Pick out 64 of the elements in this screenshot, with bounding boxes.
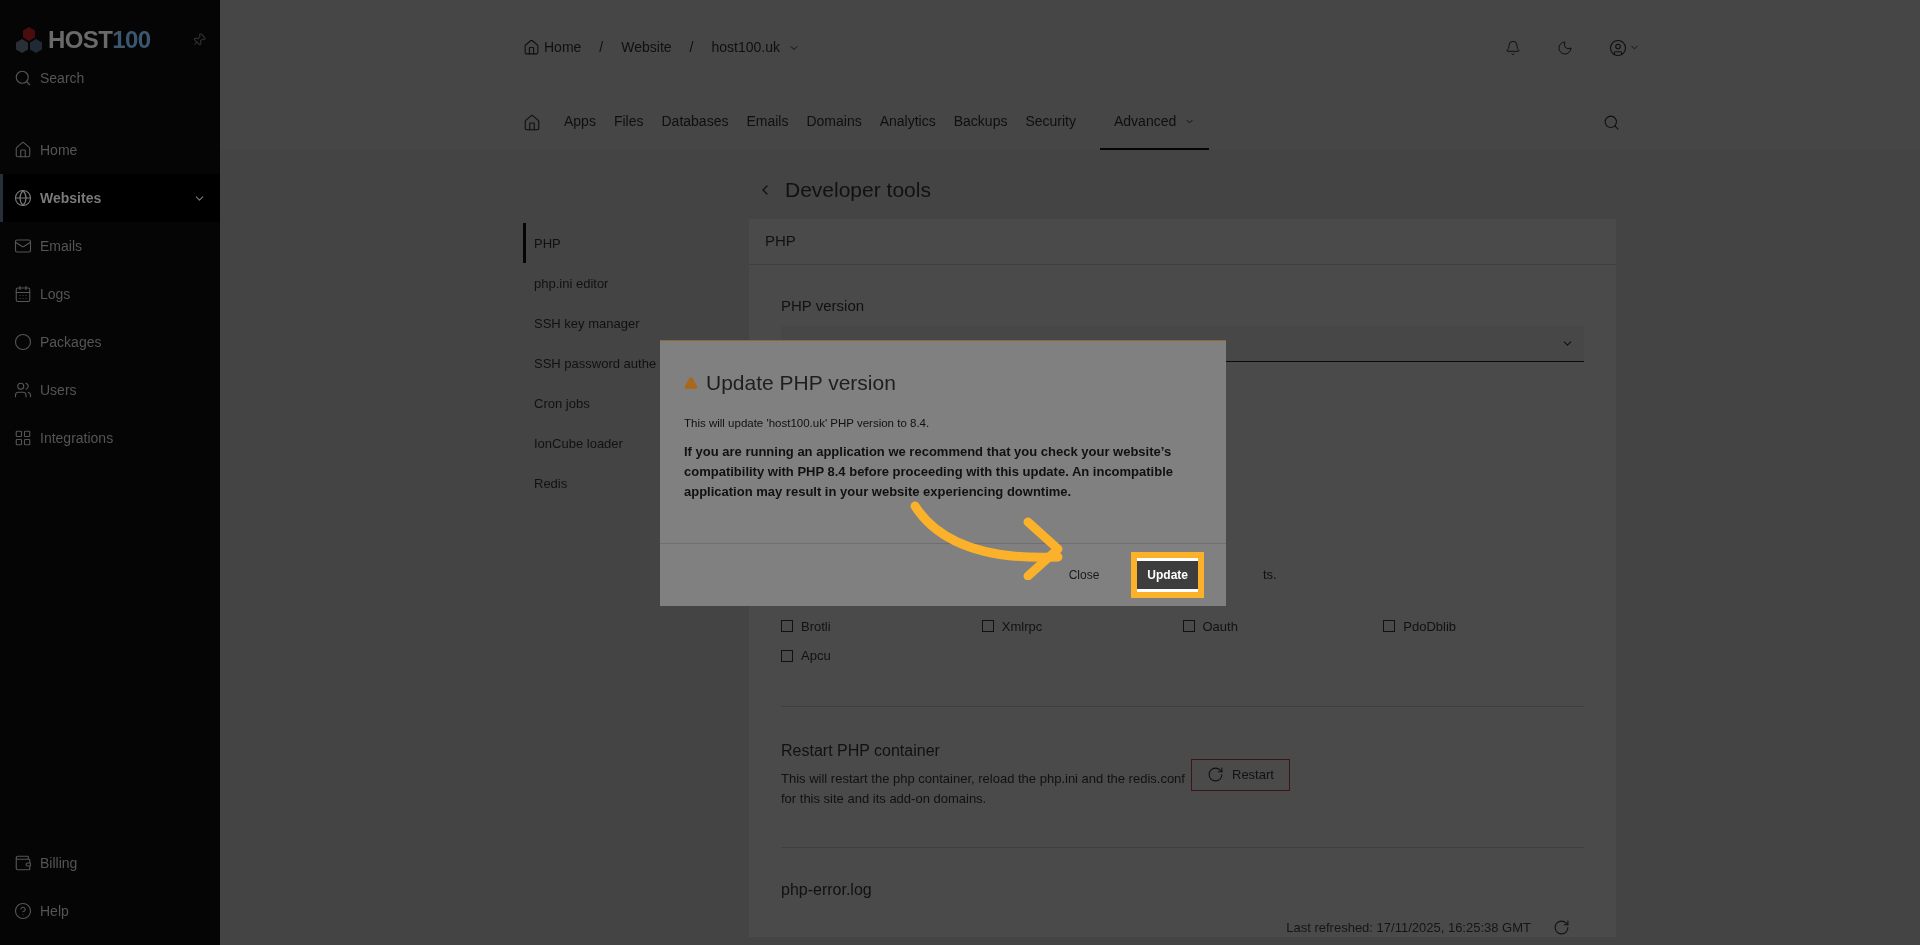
sidebar-item[interactable]: Websites [0,174,220,222]
sidebar-item[interactable]: Help [0,887,220,935]
logo-text: HOST [48,26,113,53]
calendar-icon [14,285,32,303]
breadcrumb-separator: / [689,38,694,57]
dialog-warning: If you are running an application we recommend that you check your website’s compatibility with PHP 8.4 before proceeding with this update. An incompatible application may result in your website experiencing downtime. [684,442,1174,501]
sidebar-item[interactable]: Integrations [0,414,220,462]
nav-tab[interactable]: Databases [652,95,738,150]
circle-icon [14,333,32,351]
sidebar-item[interactable]: Emails [0,222,220,270]
house-icon [14,141,32,159]
breadcrumb-link[interactable]: host100.uk [711,37,800,58]
checkbox[interactable] [981,620,994,633]
field-label: PHP version [781,296,866,316]
refresh-icon[interactable] [1553,918,1570,936]
sidebar-item[interactable]: Users [0,366,220,414]
checkbox[interactable] [781,620,793,633]
users-icon [14,381,32,399]
nav-tab[interactable]: Analytics [870,95,945,150]
extension-checkbox[interactable]: Brotli [781,616,831,636]
update-button[interactable]: Update [1137,558,1198,592]
note-text: ts. [1263,566,1277,584]
dialog-title: Update PHP version [706,370,896,396]
nav-tab[interactable]: Security [1016,95,1085,150]
nav-tab[interactable]: Apps [555,95,605,150]
search-icon[interactable] [1603,114,1620,131]
globe-icon [14,189,32,207]
section-title: php-error.log [781,879,873,900]
sidebar-item[interactable]: Home [0,126,220,174]
bell-icon[interactable] [1505,39,1521,56]
help-icon [14,902,32,920]
dialog-message: This will update 'host100.uk' PHP version to 8.4. [684,415,931,431]
wallet-icon [14,854,32,872]
warning-icon [684,375,698,390]
extension-checkbox[interactable]: PdoDblib [1383,616,1456,636]
breadcrumb-link[interactable]: Website [621,37,672,58]
checkbox[interactable] [1182,620,1195,633]
breadcrumb-link[interactable]: Home [523,37,582,58]
hexagon-logo-icon [14,26,44,54]
search-icon [14,69,32,87]
card-title: PHP [765,231,796,252]
extension-checkbox[interactable]: Xmlrpc [981,616,1043,636]
sidebar-item[interactable]: Packages [0,318,220,366]
refresh-icon [1207,766,1224,783]
grid-icon [14,429,32,447]
checkbox[interactable] [781,649,793,662]
extension-checkbox[interactable]: Oauth [1182,616,1238,636]
restart-button[interactable]: Restart [1191,758,1290,791]
moon-icon[interactable] [1557,39,1573,56]
sidebar-item[interactable]: Logs [0,270,220,318]
house-icon [523,39,540,56]
section-title: Restart PHP container [781,740,941,761]
nav-tab[interactable]: Domains [797,95,871,150]
logo-number: 100 [112,26,151,53]
checkbox[interactable] [1383,620,1396,633]
nav-tab[interactable]: Emails [737,95,798,150]
sidebar-item[interactable]: Billing [0,839,220,887]
user-avatar-icon[interactable] [1609,38,1627,57]
search-link[interactable]: Search [0,68,220,88]
nav-tab[interactable]: Advanced [1100,95,1210,150]
breadcrumb-separator: / [599,38,604,57]
envelope-icon [14,237,32,255]
close-button[interactable]: Close [1062,558,1106,592]
extension-checkbox[interactable]: Apcu [781,646,831,666]
